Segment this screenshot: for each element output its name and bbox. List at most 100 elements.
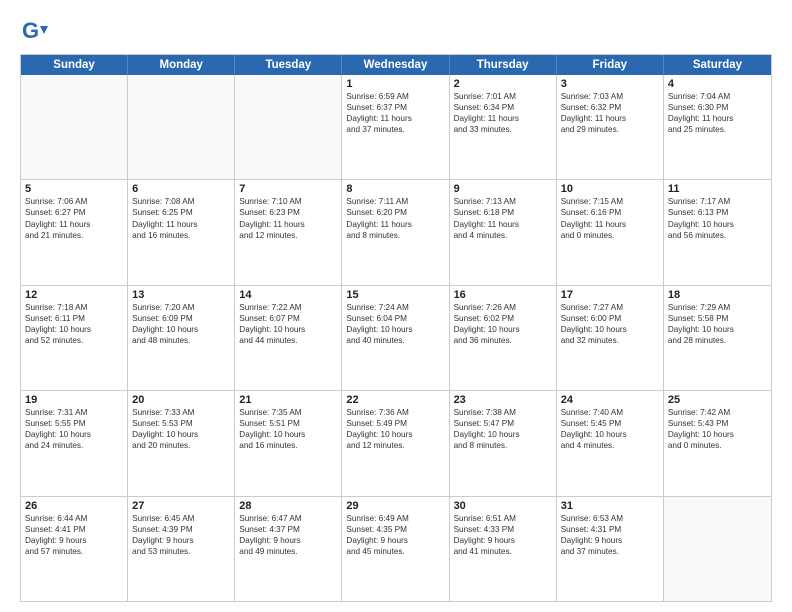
logo-icon: G xyxy=(20,18,48,46)
calendar-day-cell: 30Sunrise: 6:51 AM Sunset: 4:33 PM Dayli… xyxy=(450,497,557,601)
day-info: Sunrise: 6:59 AM Sunset: 6:37 PM Dayligh… xyxy=(346,91,444,135)
day-info: Sunrise: 6:49 AM Sunset: 4:35 PM Dayligh… xyxy=(346,513,444,557)
day-info: Sunrise: 7:06 AM Sunset: 6:27 PM Dayligh… xyxy=(25,196,123,240)
day-info: Sunrise: 7:24 AM Sunset: 6:04 PM Dayligh… xyxy=(346,302,444,346)
calendar-empty-cell xyxy=(664,497,771,601)
day-info: Sunrise: 7:01 AM Sunset: 6:34 PM Dayligh… xyxy=(454,91,552,135)
calendar-day-cell: 16Sunrise: 7:26 AM Sunset: 6:02 PM Dayli… xyxy=(450,286,557,390)
calendar-day-cell: 19Sunrise: 7:31 AM Sunset: 5:55 PM Dayli… xyxy=(21,391,128,495)
day-info: Sunrise: 7:38 AM Sunset: 5:47 PM Dayligh… xyxy=(454,407,552,451)
calendar-header-cell: Tuesday xyxy=(235,55,342,75)
day-number: 6 xyxy=(132,183,230,195)
day-info: Sunrise: 7:26 AM Sunset: 6:02 PM Dayligh… xyxy=(454,302,552,346)
calendar-day-cell: 15Sunrise: 7:24 AM Sunset: 6:04 PM Dayli… xyxy=(342,286,449,390)
day-number: 13 xyxy=(132,289,230,301)
calendar-day-cell: 4Sunrise: 7:04 AM Sunset: 6:30 PM Daylig… xyxy=(664,75,771,179)
day-number: 15 xyxy=(346,289,444,301)
calendar-header-cell: Monday xyxy=(128,55,235,75)
day-number: 4 xyxy=(668,78,767,90)
day-number: 21 xyxy=(239,394,337,406)
day-info: Sunrise: 6:53 AM Sunset: 4:31 PM Dayligh… xyxy=(561,513,659,557)
calendar-day-cell: 6Sunrise: 7:08 AM Sunset: 6:25 PM Daylig… xyxy=(128,180,235,284)
calendar-body: 1Sunrise: 6:59 AM Sunset: 6:37 PM Daylig… xyxy=(21,75,771,601)
day-info: Sunrise: 7:27 AM Sunset: 6:00 PM Dayligh… xyxy=(561,302,659,346)
day-number: 31 xyxy=(561,500,659,512)
day-number: 11 xyxy=(668,183,767,195)
calendar-day-cell: 14Sunrise: 7:22 AM Sunset: 6:07 PM Dayli… xyxy=(235,286,342,390)
day-number: 25 xyxy=(668,394,767,406)
day-info: Sunrise: 7:36 AM Sunset: 5:49 PM Dayligh… xyxy=(346,407,444,451)
calendar-day-cell: 27Sunrise: 6:45 AM Sunset: 4:39 PM Dayli… xyxy=(128,497,235,601)
calendar-day-cell: 20Sunrise: 7:33 AM Sunset: 5:53 PM Dayli… xyxy=(128,391,235,495)
calendar-empty-cell xyxy=(235,75,342,179)
calendar-day-cell: 29Sunrise: 6:49 AM Sunset: 4:35 PM Dayli… xyxy=(342,497,449,601)
calendar-header-cell: Friday xyxy=(557,55,664,75)
day-number: 5 xyxy=(25,183,123,195)
day-number: 29 xyxy=(346,500,444,512)
day-number: 14 xyxy=(239,289,337,301)
day-info: Sunrise: 7:33 AM Sunset: 5:53 PM Dayligh… xyxy=(132,407,230,451)
calendar-day-cell: 3Sunrise: 7:03 AM Sunset: 6:32 PM Daylig… xyxy=(557,75,664,179)
day-number: 19 xyxy=(25,394,123,406)
day-number: 22 xyxy=(346,394,444,406)
day-info: Sunrise: 7:15 AM Sunset: 6:16 PM Dayligh… xyxy=(561,196,659,240)
day-info: Sunrise: 7:17 AM Sunset: 6:13 PM Dayligh… xyxy=(668,196,767,240)
day-info: Sunrise: 7:03 AM Sunset: 6:32 PM Dayligh… xyxy=(561,91,659,135)
calendar-header-cell: Sunday xyxy=(21,55,128,75)
day-number: 28 xyxy=(239,500,337,512)
day-number: 3 xyxy=(561,78,659,90)
calendar-header-cell: Saturday xyxy=(664,55,771,75)
day-number: 10 xyxy=(561,183,659,195)
calendar-day-cell: 10Sunrise: 7:15 AM Sunset: 6:16 PM Dayli… xyxy=(557,180,664,284)
day-number: 30 xyxy=(454,500,552,512)
svg-text:G: G xyxy=(22,18,39,43)
day-number: 27 xyxy=(132,500,230,512)
calendar-day-cell: 12Sunrise: 7:18 AM Sunset: 6:11 PM Dayli… xyxy=(21,286,128,390)
calendar-day-cell: 24Sunrise: 7:40 AM Sunset: 5:45 PM Dayli… xyxy=(557,391,664,495)
day-info: Sunrise: 7:11 AM Sunset: 6:20 PM Dayligh… xyxy=(346,196,444,240)
calendar-day-cell: 9Sunrise: 7:13 AM Sunset: 6:18 PM Daylig… xyxy=(450,180,557,284)
day-info: Sunrise: 7:04 AM Sunset: 6:30 PM Dayligh… xyxy=(668,91,767,135)
day-info: Sunrise: 6:51 AM Sunset: 4:33 PM Dayligh… xyxy=(454,513,552,557)
calendar-day-cell: 23Sunrise: 7:38 AM Sunset: 5:47 PM Dayli… xyxy=(450,391,557,495)
day-info: Sunrise: 7:10 AM Sunset: 6:23 PM Dayligh… xyxy=(239,196,337,240)
day-info: Sunrise: 7:29 AM Sunset: 5:58 PM Dayligh… xyxy=(668,302,767,346)
day-info: Sunrise: 7:31 AM Sunset: 5:55 PM Dayligh… xyxy=(25,407,123,451)
calendar-header-cell: Thursday xyxy=(450,55,557,75)
day-number: 16 xyxy=(454,289,552,301)
day-info: Sunrise: 7:35 AM Sunset: 5:51 PM Dayligh… xyxy=(239,407,337,451)
calendar-day-cell: 25Sunrise: 7:42 AM Sunset: 5:43 PM Dayli… xyxy=(664,391,771,495)
calendar-week-row: 26Sunrise: 6:44 AM Sunset: 4:41 PM Dayli… xyxy=(21,496,771,601)
calendar-day-cell: 7Sunrise: 7:10 AM Sunset: 6:23 PM Daylig… xyxy=(235,180,342,284)
day-number: 24 xyxy=(561,394,659,406)
day-info: Sunrise: 7:42 AM Sunset: 5:43 PM Dayligh… xyxy=(668,407,767,451)
day-number: 7 xyxy=(239,183,337,195)
calendar-day-cell: 13Sunrise: 7:20 AM Sunset: 6:09 PM Dayli… xyxy=(128,286,235,390)
day-number: 1 xyxy=(346,78,444,90)
day-info: Sunrise: 7:13 AM Sunset: 6:18 PM Dayligh… xyxy=(454,196,552,240)
day-number: 8 xyxy=(346,183,444,195)
calendar-week-row: 1Sunrise: 6:59 AM Sunset: 6:37 PM Daylig… xyxy=(21,75,771,179)
page-header: G xyxy=(20,18,772,46)
calendar-day-cell: 5Sunrise: 7:06 AM Sunset: 6:27 PM Daylig… xyxy=(21,180,128,284)
day-info: Sunrise: 7:40 AM Sunset: 5:45 PM Dayligh… xyxy=(561,407,659,451)
day-info: Sunrise: 7:20 AM Sunset: 6:09 PM Dayligh… xyxy=(132,302,230,346)
day-number: 18 xyxy=(668,289,767,301)
day-info: Sunrise: 6:44 AM Sunset: 4:41 PM Dayligh… xyxy=(25,513,123,557)
day-number: 9 xyxy=(454,183,552,195)
day-number: 17 xyxy=(561,289,659,301)
calendar-day-cell: 8Sunrise: 7:11 AM Sunset: 6:20 PM Daylig… xyxy=(342,180,449,284)
calendar-day-cell: 17Sunrise: 7:27 AM Sunset: 6:00 PM Dayli… xyxy=(557,286,664,390)
calendar-day-cell: 22Sunrise: 7:36 AM Sunset: 5:49 PM Dayli… xyxy=(342,391,449,495)
calendar-day-cell: 28Sunrise: 6:47 AM Sunset: 4:37 PM Dayli… xyxy=(235,497,342,601)
calendar: SundayMondayTuesdayWednesdayThursdayFrid… xyxy=(20,54,772,602)
day-number: 2 xyxy=(454,78,552,90)
day-info: Sunrise: 7:08 AM Sunset: 6:25 PM Dayligh… xyxy=(132,196,230,240)
day-info: Sunrise: 7:22 AM Sunset: 6:07 PM Dayligh… xyxy=(239,302,337,346)
calendar-header-cell: Wednesday xyxy=(342,55,449,75)
calendar-day-cell: 31Sunrise: 6:53 AM Sunset: 4:31 PM Dayli… xyxy=(557,497,664,601)
calendar-day-cell: 2Sunrise: 7:01 AM Sunset: 6:34 PM Daylig… xyxy=(450,75,557,179)
calendar-empty-cell xyxy=(128,75,235,179)
calendar-header-row: SundayMondayTuesdayWednesdayThursdayFrid… xyxy=(21,55,771,75)
day-info: Sunrise: 7:18 AM Sunset: 6:11 PM Dayligh… xyxy=(25,302,123,346)
